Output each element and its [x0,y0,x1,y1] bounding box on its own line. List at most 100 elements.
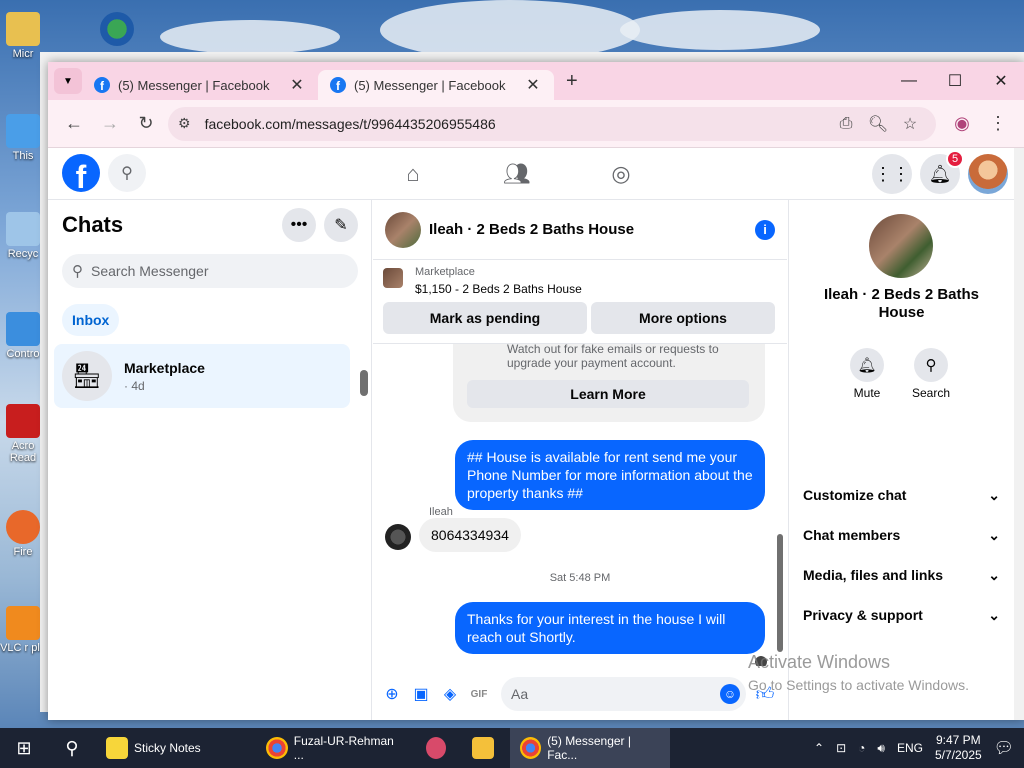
taskbar-snipping-tool[interactable] [416,728,462,768]
menu-grid-icon[interactable]: ⋮⋮ [872,154,912,194]
privacy-support-section[interactable]: Privacy & support ⌄ [803,600,1000,630]
search-icon[interactable]: ⚲ [108,154,146,192]
page-scrollbar[interactable] [1014,148,1024,720]
facebook-header: f ⚲ ⌂ 👥︎ ◎ ⋮⋮ 🔔︎ 5 [48,148,1014,200]
new-tab-icon[interactable]: + [566,70,578,93]
marketplace-label: Marketplace [415,266,475,278]
taskbar-label: Sticky Notes [134,741,201,755]
account-avatar[interactable] [968,154,1008,194]
windows-start-icon[interactable]: ⊞ [0,728,48,768]
taskbar-search-icon[interactable]: ⚲ [48,728,96,768]
facebook-favicon-icon: f [330,77,346,93]
url-text[interactable]: facebook.com/messages/t/9964435206955486 [205,116,830,132]
safety-text: Watch out for fake emails or requests to… [507,344,719,370]
section-label: Customize chat [803,487,907,503]
photo-icon[interactable]: ▣ [408,681,434,707]
chevron-down-icon: ⌄ [988,606,1000,623]
reload-icon[interactable]: ↻ [128,106,164,142]
facebook-logo-icon[interactable]: f [62,154,100,192]
minimize-icon[interactable]: — [886,62,932,100]
chevron-down-icon: ⌄ [988,486,1000,503]
tab-1[interactable]: f (5) Messenger | Facebook ✕ [82,70,318,100]
maximize-icon[interactable]: ☐ [932,62,978,100]
listing-title[interactable]: $1,150 - 2 Beds 2 Baths House [415,282,582,296]
close-tab-icon[interactable]: ✕ [288,75,306,95]
taskbar-file-explorer[interactable] [462,728,510,768]
groups-icon[interactable]: ◎ [596,154,646,194]
mute-button[interactable]: 🔔︎ Mute [835,348,899,400]
sticker-icon[interactable]: ◈ [437,681,463,707]
search-conversation-button[interactable]: ⚲ Search [899,348,963,400]
chat-members-section[interactable]: Chat members ⌄ [803,520,1000,550]
listing-thumbnail[interactable] [383,268,403,288]
chat-list-scrollbar[interactable] [360,362,368,400]
taskbar-chrome-profile[interactable]: Fuzal-UR-Rehman ... [256,728,416,768]
bookmark-star-icon[interactable]: ☆ [894,114,926,134]
network-icon[interactable]: ⊡ [836,741,846,755]
tab-title: (5) Messenger | Facebook [118,77,270,93]
home-icon[interactable]: ⌂ [388,154,438,194]
learn-more-button[interactable]: Learn More [467,380,749,408]
search-placeholder: Search Messenger [91,263,209,279]
message-thread: Watch out for fake emails or requests to… [373,344,787,666]
mark-as-pending-button[interactable]: Mark as pending [383,302,587,334]
details-name[interactable]: Ileah · 2 Beds 2 Baths House [809,286,994,322]
search-messenger-input[interactable]: ⚲ Search Messenger [62,254,358,288]
more-options-icon[interactable]: ••• [282,208,316,242]
safety-card: Watch out for fake emails or requests to… [453,344,765,422]
sender-avatar[interactable] [385,524,411,550]
clock[interactable]: 9:47 PM 5/7/2025 [935,733,982,763]
omnibox[interactable]: ⚙ facebook.com/messages/t/99644352069554… [168,106,936,141]
taskbar-messenger-chrome[interactable]: (5) Messenger | Fac... [510,728,670,768]
chat-list-item[interactable]: 🏪︎ Marketplace · 4d [54,344,350,408]
forward-icon[interactable]: → [92,106,128,142]
details-avatar[interactable] [869,214,933,278]
chats-heading: Chats [62,212,124,237]
conversation-avatar[interactable] [385,211,421,248]
thread-scrollbar[interactable] [775,344,785,666]
profile-icon[interactable]: ◉ [944,113,980,134]
language-indicator[interactable]: ENG [897,741,923,755]
bell-icon: 🔔︎ [850,348,884,382]
install-app-icon[interactable]: ⎙ [830,115,862,133]
media-files-section[interactable]: Media, files and links ⌄ [803,560,1000,590]
notifications-bell-icon[interactable]: 🔔︎ 5 [920,150,964,194]
tab-search-button[interactable]: ▼ [54,68,82,94]
customize-chat-section[interactable]: Customize chat ⌄ [803,480,1000,510]
system-tray: ⌃ ⊡ ◔ 🔊︎ ENG 9:47 PM 5/7/2025 💬︎ [814,728,1024,768]
tab-2-active[interactable]: f (5) Messenger | Facebook ✕ [318,70,554,100]
more-options-button[interactable]: More options [591,302,775,334]
section-label: Media, files and links [803,567,944,583]
volume-icon[interactable]: 🔊︎ [877,741,885,756]
conversation-title[interactable]: Ileah · 2 Beds 2 Baths House [429,221,755,238]
search-icon: ⚲ [914,348,948,382]
address-bar-row: ← → ↻ ⚙ facebook.com/messages/t/99644352… [48,100,1024,148]
taskbar-sticky-notes[interactable]: Sticky Notes [96,728,256,768]
zoom-icon[interactable]: 🔍︎ [862,114,894,134]
close-window-icon[interactable]: ✕ [978,62,1024,100]
close-tab-icon[interactable]: ✕ [524,75,542,95]
conversation-details-panel: Ileah · 2 Beds 2 Baths House 🔔︎ Mute ⚲ S… [788,200,1014,720]
message-input[interactable]: Aa ☺ [501,677,746,711]
plus-circle-icon[interactable]: ⊕ [379,681,405,707]
back-icon[interactable]: ← [56,106,92,142]
wifi-icon[interactable]: ◔ [858,741,865,755]
outgoing-message: Thanks for your interest in the house I … [455,602,765,654]
emoji-icon[interactable]: ☺ [720,684,740,704]
new-message-icon[interactable]: ✎ [324,208,358,242]
section-label: Privacy & support [803,607,923,623]
notification-center-icon[interactable]: 💬︎ [994,738,1014,758]
chat-time: · 4d [124,378,145,393]
site-settings-icon[interactable]: ⚙ [178,115,191,132]
chat-name: Marketplace [124,359,205,376]
gif-icon[interactable]: GIF [466,681,492,707]
chevron-up-icon[interactable]: ⌃ [814,741,824,755]
message-placeholder: Aa [511,686,529,702]
tab-title: (5) Messenger | Facebook [354,77,506,93]
browser-menu-icon[interactable]: ⋮ [980,106,1016,142]
notification-badge: 5 [946,150,964,168]
inbox-filter-chip[interactable]: Inbox [62,304,120,336]
info-icon[interactable]: i [755,219,775,240]
friends-icon[interactable]: 👥︎ [492,154,542,194]
outgoing-message: ## House is available for rent send me y… [455,440,765,510]
